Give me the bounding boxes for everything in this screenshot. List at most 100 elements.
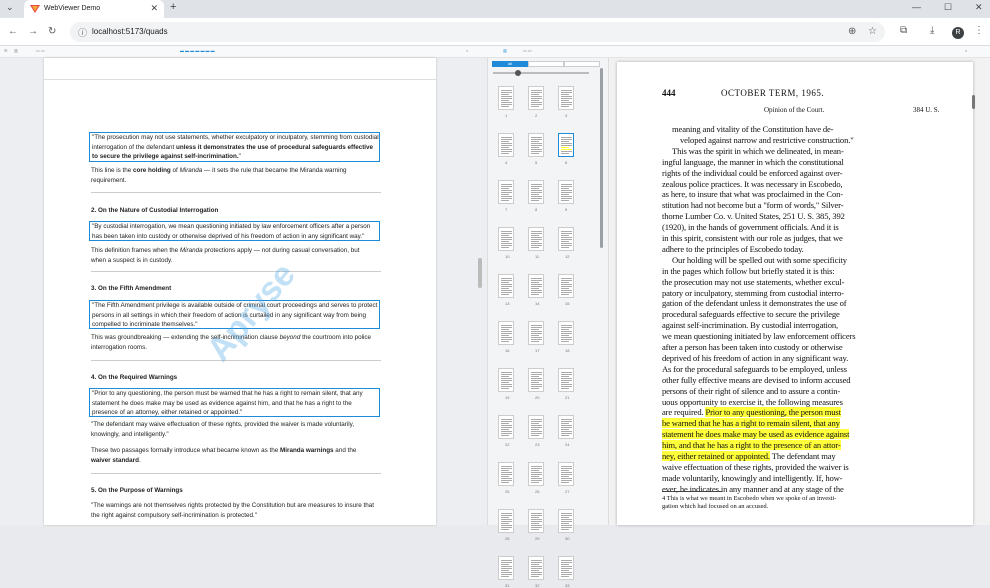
quad-highlight-4[interactable]: "Prior to any questioning, the person mu… [89, 388, 380, 417]
zoom-icon[interactable]: ⊕ [848, 26, 856, 37]
page-thumbnail[interactable] [558, 227, 574, 251]
thumbnail-text-line [501, 376, 509, 377]
page-thumbnail[interactable] [528, 274, 544, 298]
slider-knob[interactable] [515, 70, 521, 76]
tab-search-icon[interactable]: ⌄ [6, 2, 14, 13]
thumbnail-scrollbar[interactable] [600, 68, 603, 248]
browser-tab[interactable]: WebViewer Demo ✕ [24, 0, 164, 18]
page-thumbnail[interactable] [558, 462, 574, 486]
thumbnail-text-line [531, 104, 542, 105]
page-thumbnail[interactable] [528, 415, 544, 439]
thumbnail-text-line [501, 145, 512, 146]
maximize-icon[interactable]: ☐ [944, 2, 952, 13]
yellow-highlight[interactable]: ney, either retained or appointed. [662, 451, 770, 461]
url-field[interactable]: ⓘ localhost:5173/quads ⊕ ☆ [70, 22, 885, 42]
thumbnail-text-line [531, 472, 542, 473]
search-icon[interactable]: ⌕ [466, 48, 468, 53]
quad-highlight-2[interactable]: "By custodial interrogation, we mean que… [89, 221, 380, 241]
thumbnail-text-line [501, 429, 509, 430]
thumbnail-tab-2[interactable] [528, 61, 564, 67]
left-document-page[interactable]: "The prosecution may not use statements,… [44, 58, 436, 525]
page-thumbnail[interactable] [528, 509, 544, 533]
page-thumbnail[interactable] [558, 180, 574, 204]
quad-highlight-1[interactable]: "The prosecution may not use statements,… [89, 132, 380, 162]
page-thumbnail[interactable] [498, 462, 514, 486]
thumbnail-text-line [561, 333, 572, 334]
minimize-icon[interactable]: — [912, 2, 921, 12]
page-thumbnail[interactable] [558, 415, 574, 439]
thumbnail-text-line [501, 386, 512, 387]
page-thumbnail[interactable] [558, 86, 574, 110]
scanned-page[interactable]: 444 OCTOBER TERM, 1965. Opinion of the C… [617, 62, 973, 525]
page-thumbnail[interactable] [498, 509, 514, 533]
paragraph-5: These two passages formally introduce wh… [91, 447, 357, 464]
yellow-highlight[interactable]: him, and that he has a right to the pres… [662, 440, 841, 451]
yellow-highlight[interactable]: Prior to any questioning, the person mus… [705, 407, 841, 418]
page-thumbnail[interactable] [528, 133, 544, 157]
page-thumbnail[interactable] [498, 133, 514, 157]
right-document-pane[interactable]: 444 OCTOBER TERM, 1965. Opinion of the C… [609, 58, 990, 525]
thumbnail-text-line [501, 239, 512, 240]
zoom-control[interactable]: ▭ ▭ [36, 48, 45, 53]
thumbnail-size-slider[interactable] [493, 70, 589, 76]
profile-avatar[interactable]: R [952, 27, 964, 39]
search-icon-right[interactable]: ⌕ [965, 48, 967, 53]
zoom-control-right[interactable]: ▭ ▭ [523, 48, 532, 53]
page-thumbnail[interactable] [558, 133, 574, 157]
yellow-highlight[interactable]: statement he does make may be used as ev… [662, 429, 849, 440]
page-thumbnail[interactable] [528, 180, 544, 204]
thumbnail-text-line [531, 331, 542, 332]
extensions-icon[interactable]: ⧉ [900, 25, 907, 36]
page-thumbnail[interactable] [498, 321, 514, 345]
page-thumbnail[interactable] [498, 368, 514, 392]
thumbnail-text-line [501, 341, 509, 342]
thumbnail-text-line [561, 233, 572, 234]
thumbnail-text-line [531, 143, 542, 144]
download-icon[interactable]: ⤓ [930, 25, 934, 36]
menu-icon[interactable]: ☰ [4, 48, 8, 53]
page-thumbnail[interactable] [528, 462, 544, 486]
thumbnail-tab-3[interactable] [564, 61, 600, 67]
thumbnail-text-line [531, 570, 539, 571]
page-thumbnail[interactable] [498, 415, 514, 439]
ribbon-tabs[interactable]: ▬ ▬ ▬ ▬ ▬ ▬ ▬ [180, 48, 215, 53]
pane-resize-handle[interactable] [478, 258, 482, 288]
page-thumbnail[interactable] [498, 86, 514, 110]
close-window-icon[interactable]: ✕ [975, 2, 983, 13]
right-scrollbar[interactable] [972, 95, 975, 109]
page-thumbnail[interactable] [558, 321, 574, 345]
page-thumbnail[interactable] [498, 556, 514, 580]
sidebar-toggle-icon[interactable]: ▥ [14, 48, 18, 53]
page-thumbnail[interactable] [528, 227, 544, 251]
thumbnail-text-line [531, 527, 542, 528]
site-info-icon[interactable]: ⓘ [78, 26, 87, 39]
back-icon[interactable]: ← [8, 26, 18, 37]
page-thumbnail[interactable] [558, 368, 574, 392]
page-thumbnail[interactable] [528, 368, 544, 392]
thumbnail-toggle-icon[interactable]: ▥ [503, 48, 507, 53]
bookmark-star-icon[interactable]: ☆ [868, 26, 877, 37]
thumbnail-tab-all[interactable]: all [492, 61, 528, 67]
page-thumbnail[interactable] [558, 509, 574, 533]
thumbnail-text-line [531, 190, 542, 191]
yellow-highlight[interactable]: be warned that he has a right to remain … [662, 418, 840, 429]
thumbnail-text-line [561, 145, 572, 146]
thumbnail-text-line [501, 329, 509, 330]
page-thumbnail[interactable] [528, 86, 544, 110]
page-thumbnail[interactable] [498, 274, 514, 298]
thumbnail-text-line [561, 527, 572, 528]
browser-menu-icon[interactable]: ⋮ [974, 25, 984, 36]
forward-icon[interactable]: → [28, 26, 38, 37]
thumbnail-text-line [531, 482, 539, 483]
new-tab-button[interactable]: + [170, 1, 176, 13]
page-thumbnail[interactable] [498, 180, 514, 204]
page-thumbnail[interactable] [498, 227, 514, 251]
close-tab-icon[interactable]: ✕ [150, 3, 158, 14]
page-thumbnail[interactable] [528, 321, 544, 345]
reload-icon[interactable]: ↻ [48, 26, 56, 37]
page-thumbnail[interactable] [558, 274, 574, 298]
page-thumbnail[interactable] [528, 556, 544, 580]
page-thumbnail[interactable] [558, 556, 574, 580]
thumbnail-text-line [561, 429, 569, 430]
left-document-pane[interactable]: "The prosecution may not use statements,… [0, 58, 487, 525]
